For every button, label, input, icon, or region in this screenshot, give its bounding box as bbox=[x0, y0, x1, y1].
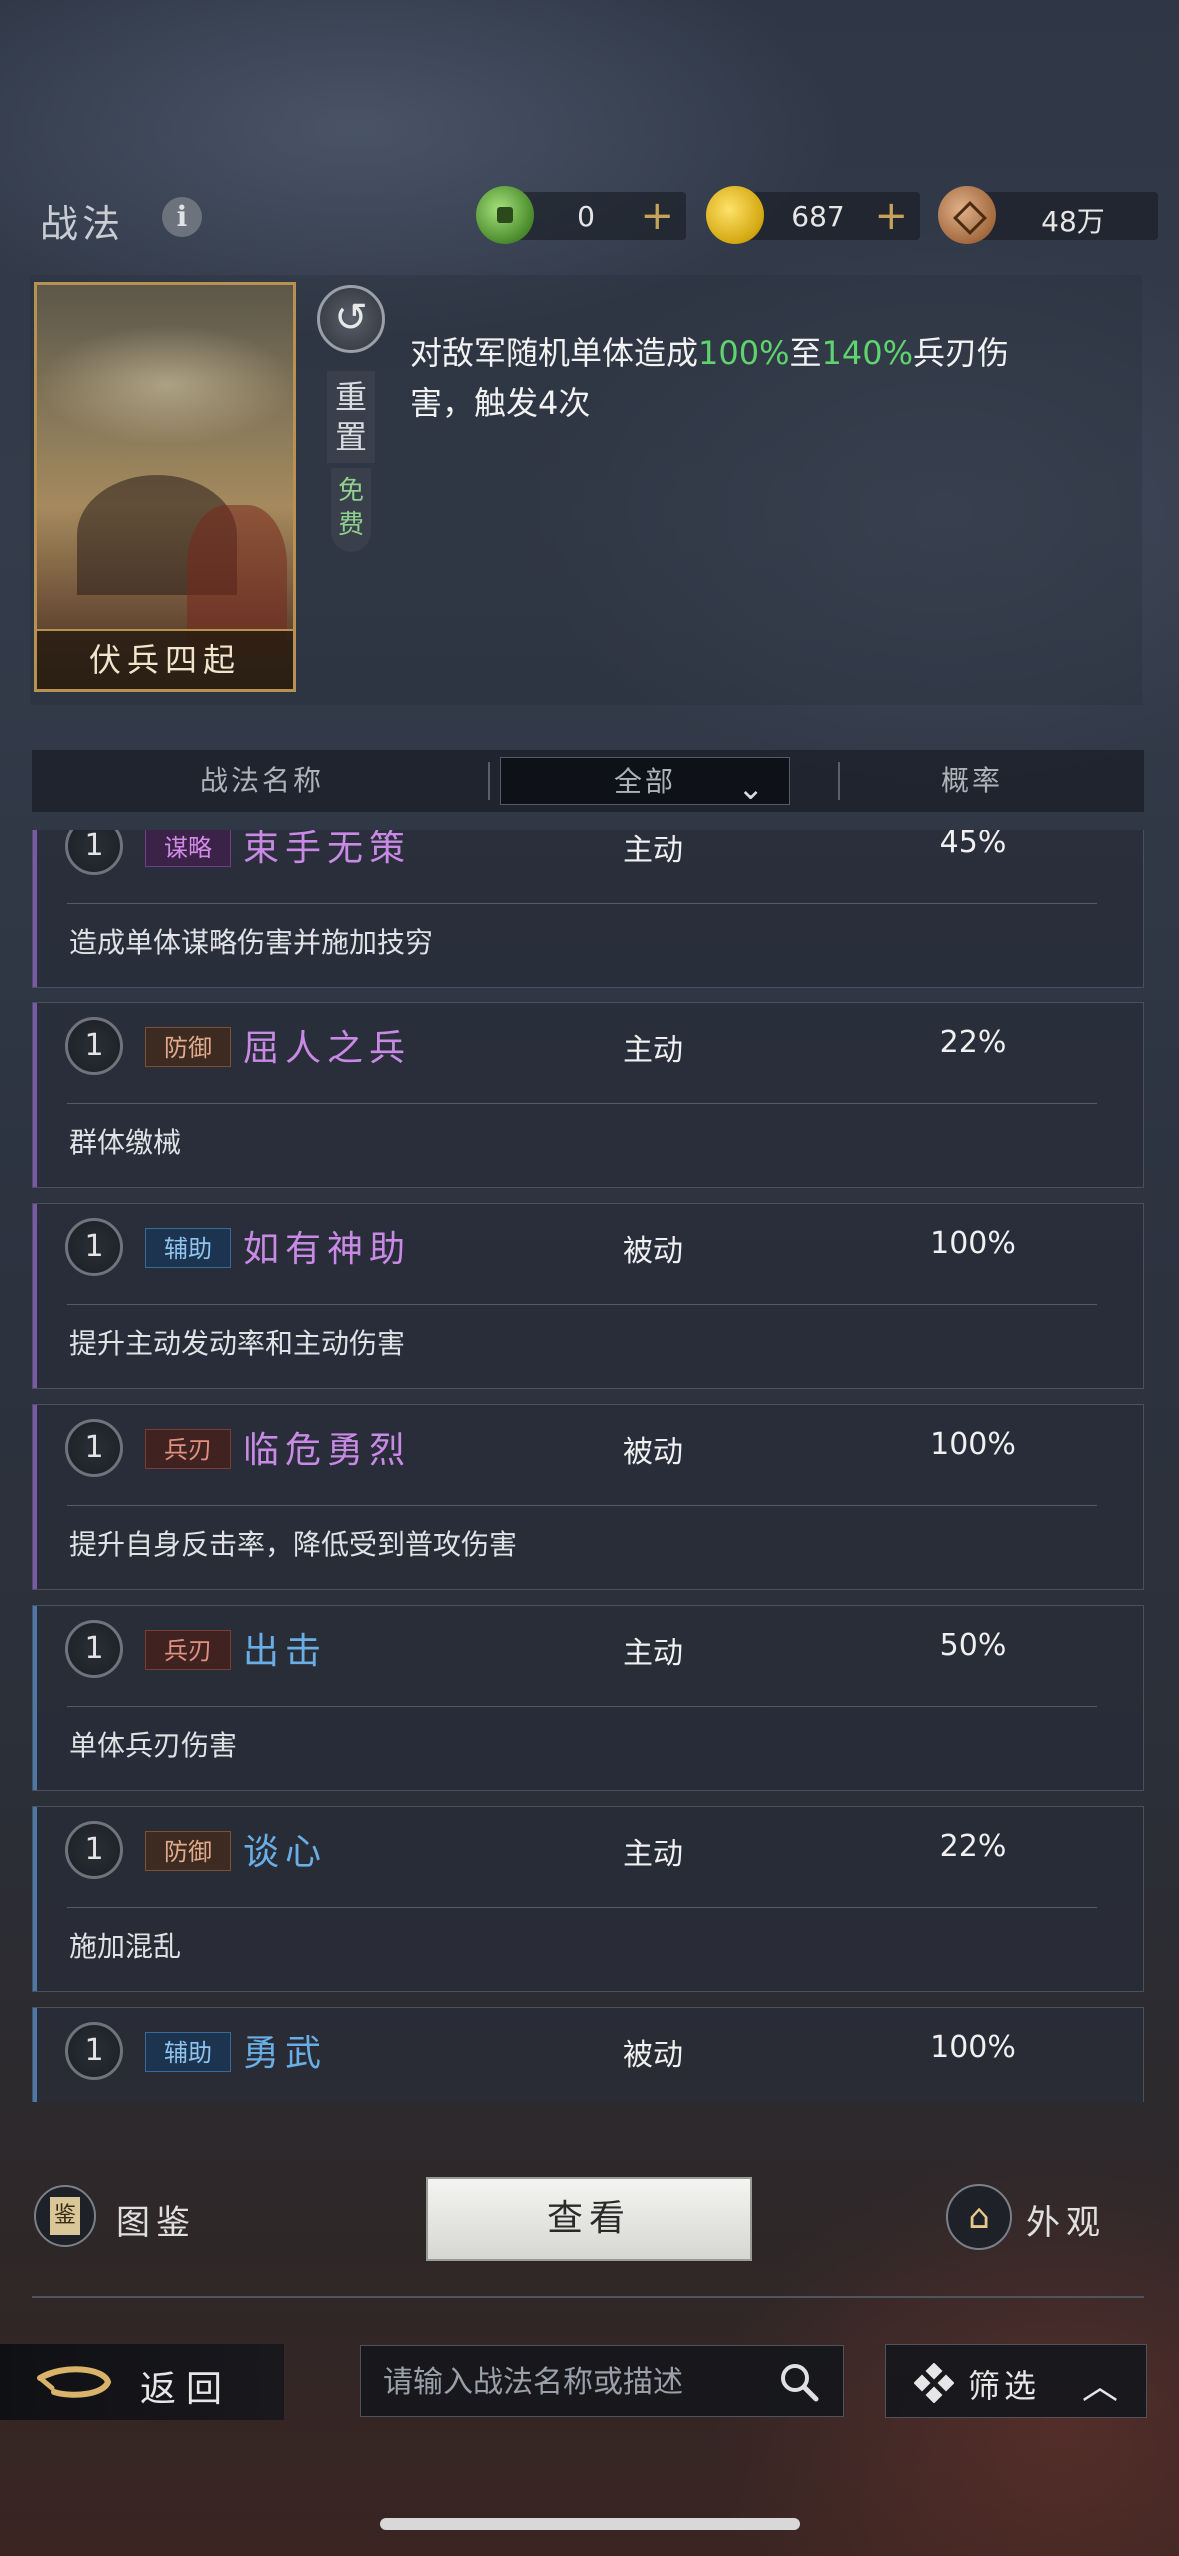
filter-label: 筛选 bbox=[968, 2367, 1041, 2405]
skill-card-name: 伏兵四起 bbox=[37, 629, 293, 689]
divider bbox=[838, 762, 840, 800]
filter-button[interactable]: 筛选 ︿ bbox=[885, 2344, 1147, 2418]
skill-row[interactable]: 1 辅助 勇武 被动 100% bbox=[32, 2007, 1144, 2102]
category-tag: 防御 bbox=[145, 1027, 231, 1067]
filter-value: 全部 bbox=[613, 765, 676, 798]
skill-row[interactable]: 1 防御 谈心 主动 22% 施加混乱 bbox=[32, 1806, 1144, 1992]
skill-type: 主动 bbox=[623, 1033, 683, 1068]
skill-desc: 单体兵刃伤害 bbox=[69, 1729, 238, 1762]
skill-name: 如有神助 bbox=[243, 1229, 412, 1270]
reset-button[interactable]: 重置 bbox=[327, 371, 375, 463]
category-tag: 辅助 bbox=[145, 1228, 231, 1268]
currency-copper: 48万 bbox=[938, 186, 1158, 244]
skill-name: 屈人之兵 bbox=[243, 1028, 412, 1069]
skill-name: 谈心 bbox=[243, 1832, 328, 1873]
skill-rate: 22% bbox=[939, 1025, 1007, 1060]
gold-coin-icon bbox=[706, 186, 764, 244]
home-indicator[interactable] bbox=[380, 2518, 800, 2530]
skill-type: 被动 bbox=[623, 1234, 683, 1269]
filter-icon bbox=[914, 2363, 954, 2403]
appearance-button[interactable]: 外观 bbox=[1026, 2195, 1106, 2244]
desc-text: 对敌军随机单体造成 bbox=[410, 334, 699, 372]
level-badge: 1 bbox=[65, 2022, 123, 2080]
skill-rate: 100% bbox=[930, 1226, 1016, 1261]
skill-name: 出击 bbox=[243, 1631, 328, 1672]
skill-card[interactable]: 伏兵四起 bbox=[34, 282, 296, 692]
skill-rate: 100% bbox=[930, 1427, 1016, 1462]
jade-coin-icon bbox=[476, 186, 534, 244]
back-button[interactable]: 返回 bbox=[0, 2344, 284, 2420]
search-icon[interactable] bbox=[777, 2360, 821, 2404]
skill-rate: 100% bbox=[930, 2030, 1016, 2065]
skill-desc: 提升主动发动率和主动伤害 bbox=[69, 1327, 406, 1360]
skill-list[interactable]: 1 谋略 束手无策 主动 45% 造成单体谋略伤害并施加技穷 1 防御 屈人之兵… bbox=[32, 830, 1144, 2102]
desc-highlight-high: 140% bbox=[821, 334, 913, 372]
skill-rate: 45% bbox=[939, 830, 1007, 860]
skill-type: 被动 bbox=[623, 1435, 683, 1470]
appearance-icon[interactable]: ⌂ bbox=[946, 2184, 1012, 2250]
skill-name: 勇武 bbox=[243, 2033, 328, 2074]
copper-coin-icon bbox=[938, 186, 996, 244]
skill-row[interactable]: 1 兵刃 出击 主动 50% 单体兵刃伤害 bbox=[32, 1605, 1144, 1791]
chevron-down-icon: ⌄ bbox=[737, 769, 767, 807]
skill-row[interactable]: 1 辅助 如有神助 被动 100% 提升主动发动率和主动伤害 bbox=[32, 1203, 1144, 1389]
level-badge: 1 bbox=[65, 830, 123, 875]
skill-row[interactable]: 1 防御 屈人之兵 主动 22% 群体缴械 bbox=[32, 1002, 1144, 1188]
level-badge: 1 bbox=[65, 1821, 123, 1879]
column-header-rate: 概率 bbox=[940, 764, 1003, 797]
level-badge: 1 bbox=[65, 1419, 123, 1477]
desc-text: 至 bbox=[789, 334, 822, 372]
reset-icon[interactable]: ↺ bbox=[317, 285, 385, 353]
back-label: 返回 bbox=[140, 2369, 233, 2410]
codex-button[interactable]: 图鉴 bbox=[116, 2195, 196, 2244]
skill-row[interactable]: 1 谋略 束手无策 主动 45% 造成单体谋略伤害并施加技穷 bbox=[32, 830, 1144, 988]
reset-column: ↺ 重置 免费 bbox=[315, 283, 387, 561]
page-title: 战法 bbox=[40, 202, 125, 246]
category-filter-dropdown[interactable]: 全部 ⌄ bbox=[500, 757, 790, 807]
category-tag: 防御 bbox=[145, 1831, 231, 1871]
skill-desc: 群体缴械 bbox=[69, 1126, 182, 1159]
divider bbox=[32, 2296, 1144, 2298]
info-icon[interactable]: i bbox=[162, 197, 202, 237]
view-button[interactable]: 查看 bbox=[426, 2177, 752, 2261]
search-input[interactable] bbox=[381, 2360, 765, 2404]
category-tag: 兵刃 bbox=[145, 1630, 231, 1670]
skill-desc: 提升自身反击率，降低受到普攻伤害 bbox=[69, 1528, 518, 1561]
skill-table-header: 战法名称 全部 ⌄ 概率 bbox=[32, 750, 1144, 812]
category-tag: 辅助 bbox=[145, 2032, 231, 2072]
level-badge: 1 bbox=[65, 1017, 123, 1075]
skill-rate: 22% bbox=[939, 1829, 1007, 1864]
skill-desc: 施加混乱 bbox=[69, 1930, 182, 1963]
currency-value: 0 bbox=[577, 200, 595, 233]
currency-value: 48万 bbox=[1041, 205, 1105, 238]
skill-rate: 50% bbox=[939, 1628, 1007, 1663]
currency-value: 687 bbox=[791, 200, 845, 233]
skill-description: 对敌军随机单体造成100%至140%兵刃伤害，触发4次 bbox=[410, 328, 1070, 428]
divider bbox=[488, 762, 490, 800]
level-badge: 1 bbox=[65, 1218, 123, 1276]
currency-gold: 687 + bbox=[706, 186, 920, 244]
skill-type: 主动 bbox=[623, 1837, 683, 1872]
chevron-up-icon: ︿ bbox=[1082, 2366, 1119, 2407]
column-header-name: 战法名称 bbox=[199, 764, 324, 797]
codex-icon[interactable] bbox=[34, 2185, 96, 2247]
add-jade-button[interactable]: + bbox=[640, 192, 674, 240]
skill-row[interactable]: 1 兵刃 临危勇烈 被动 100% 提升自身反击率，降低受到普攻伤害 bbox=[32, 1404, 1144, 1590]
desc-highlight-low: 100% bbox=[698, 334, 790, 372]
level-badge: 1 bbox=[65, 1620, 123, 1678]
skill-type: 主动 bbox=[623, 833, 683, 868]
back-arrow-icon bbox=[37, 2366, 112, 2398]
skill-name: 临危勇烈 bbox=[243, 1430, 412, 1471]
category-tag: 谋略 bbox=[145, 830, 231, 867]
currency-jade: 0 + bbox=[476, 186, 686, 244]
skill-desc: 造成单体谋略伤害并施加技穷 bbox=[69, 926, 434, 959]
free-badge: 免费 bbox=[331, 468, 371, 552]
category-tag: 兵刃 bbox=[145, 1429, 231, 1469]
add-gold-button[interactable]: + bbox=[874, 192, 908, 240]
skill-name: 束手无策 bbox=[243, 830, 412, 869]
header-bar: 战法 i 0 + 687 + 48万 bbox=[0, 175, 1179, 255]
skill-type: 被动 bbox=[623, 2038, 683, 2073]
search-box bbox=[360, 2345, 844, 2417]
skill-type: 主动 bbox=[623, 1636, 683, 1671]
